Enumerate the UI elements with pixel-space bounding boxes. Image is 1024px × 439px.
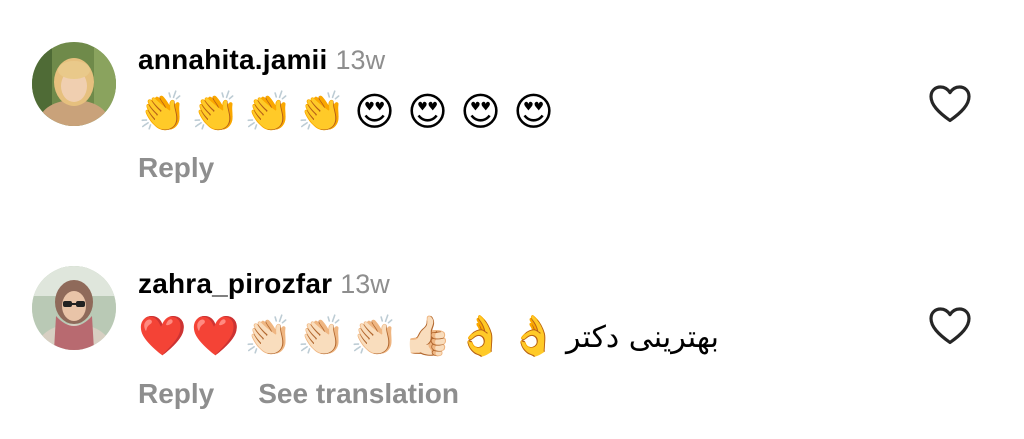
- reply-button[interactable]: Reply: [138, 378, 214, 410]
- clapping-hands-emoji: 👏: [244, 90, 293, 135]
- comment-body: ❤️ ❤️ 👏🏻 👏🏻 👏🏻 👍🏻 👌 👌 بهترینی دکتر: [136, 314, 719, 360]
- red-heart-emoji: ❤️: [138, 314, 187, 359]
- clapping-hands-emoji: 👏🏻: [244, 314, 293, 359]
- like-button[interactable]: [928, 306, 972, 346]
- comment-actions: Reply: [138, 152, 214, 184]
- clapping-hands-emoji: 👏: [138, 90, 187, 135]
- comment-body: 👏 👏 👏 👏 😍 😍 😍 😍: [136, 90, 560, 136]
- username[interactable]: zahra_pirozfar: [138, 268, 332, 300]
- heart-outline-icon: [929, 307, 971, 345]
- thumbs-up-emoji: 👍🏻: [403, 314, 452, 359]
- see-translation-button[interactable]: See translation: [258, 378, 459, 410]
- avatar[interactable]: [32, 266, 116, 350]
- reply-button[interactable]: Reply: [138, 152, 214, 184]
- timestamp: 13w: [340, 269, 390, 299]
- heart-eyes-emoji: 😍: [354, 90, 395, 135]
- heart-eyes-emoji: 😍: [460, 90, 501, 135]
- comment-header: zahra_pirozfar 13w: [138, 268, 390, 308]
- like-button[interactable]: [928, 84, 972, 124]
- username[interactable]: annahita.jamii: [138, 44, 328, 76]
- heart-eyes-emoji: 😍: [407, 90, 448, 135]
- clapping-hands-emoji: 👏: [191, 90, 240, 135]
- ok-hand-emoji: 👌: [456, 314, 505, 359]
- avatar[interactable]: [32, 42, 116, 126]
- ok-hand-emoji: 👌: [509, 314, 558, 359]
- clapping-hands-emoji: 👏: [297, 90, 346, 135]
- comment-header: annahita.jamii 13w: [138, 44, 385, 84]
- comment-emojis: ❤️ ❤️ 👏🏻 👏🏻 👏🏻 👍🏻 👌 👌: [136, 314, 560, 360]
- comment-actions: Reply See translation: [138, 378, 459, 410]
- heart-outline-icon: [929, 85, 971, 123]
- comment-text: بهترینی دکتر: [566, 319, 719, 355]
- heart-eyes-emoji: 😍: [513, 90, 554, 135]
- clapping-hands-emoji: 👏🏻: [297, 314, 346, 359]
- timestamp: 13w: [335, 45, 386, 75]
- comment-emojis: 👏 👏 👏 👏 😍 😍 😍 😍: [136, 90, 560, 136]
- clapping-hands-emoji: 👏🏻: [350, 314, 399, 359]
- red-heart-emoji: ❤️: [191, 314, 240, 359]
